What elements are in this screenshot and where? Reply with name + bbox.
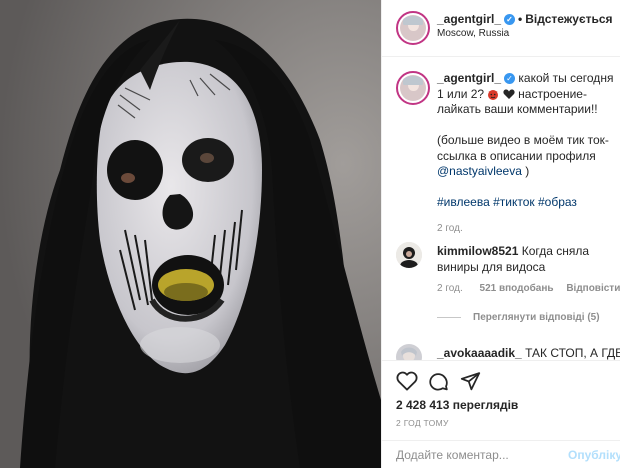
comment-text: ТАК СТОП, А ГДЕ: [525, 346, 620, 360]
comment-input[interactable]: [396, 448, 556, 462]
hashtag-link[interactable]: #ивлеева: [437, 195, 490, 209]
hashtag-link[interactable]: #тикток: [493, 195, 535, 209]
post-location[interactable]: Moscow, Russia: [437, 28, 509, 39]
follow-button[interactable]: Відстежується: [525, 12, 612, 26]
author-username[interactable]: _agentgirl_: [437, 12, 501, 26]
devil-emoji-icon: [488, 89, 499, 100]
avatar-image: [396, 242, 422, 268]
post-side-panel: _agentgirl_ ✓ • Відстежується Moscow, Russi…: [381, 0, 620, 468]
view-count[interactable]: 2 428 413 переглядів: [396, 398, 518, 412]
avatar-image: [400, 75, 426, 101]
caption-time[interactable]: 2 год.: [437, 221, 620, 237]
separator-dot: •: [518, 12, 523, 26]
comment-meta: 2 год. 521 вподобань Відповісти: [437, 283, 620, 294]
reply-divider: [437, 316, 461, 318]
comment-time[interactable]: 2 год.: [437, 283, 463, 294]
caption-text-4: ): [525, 164, 530, 178]
comment-author[interactable]: kimmilow8521: [437, 244, 518, 258]
verified-badge-icon: ✓: [504, 73, 516, 85]
heart-icon[interactable]: [396, 371, 418, 391]
commenter-avatar[interactable]: [396, 344, 422, 360]
comment-item: kimmilow8521 Когда сняла виниры для видо…: [437, 244, 617, 275]
author-avatar[interactable]: [396, 11, 430, 45]
commenter-avatar[interactable]: [396, 242, 422, 268]
view-replies-label: Переглянути відповіді (5): [473, 312, 600, 323]
comment-icon[interactable]: [428, 371, 449, 392]
avatar-image: [400, 15, 426, 41]
post-media[interactable]: [0, 0, 381, 468]
post-date[interactable]: 2 ГОД ТОМУ: [396, 418, 449, 428]
reply-button[interactable]: Відповісти: [566, 283, 620, 294]
hashtag-link[interactable]: #образ: [538, 195, 577, 209]
caption-author[interactable]: _agentgirl_: [437, 71, 501, 85]
avatar-image: [396, 344, 422, 360]
header-author-line: _agentgirl_ ✓ • Відстежується: [437, 12, 613, 26]
comments-list[interactable]: _agentgirl_ ✓ какой ты сегодня 1 или 2? н…: [382, 57, 620, 360]
comment-likes[interactable]: 521 вподобань: [480, 283, 554, 294]
caption-avatar[interactable]: [396, 71, 430, 105]
add-comment-bar: Опублікуват: [382, 440, 620, 468]
verified-badge-icon: ✓: [504, 14, 516, 26]
caption-text-3: (больше видео в моём тик ток- ссылка в о…: [437, 133, 609, 163]
publish-button[interactable]: Опублікуват: [568, 448, 620, 462]
caption: _agentgirl_ ✓ какой ты сегодня 1 или 2? н…: [437, 71, 620, 236]
view-replies-button[interactable]: Переглянути відповіді (5): [437, 312, 600, 323]
comment-item: _avokaaaadik_ ТАК СТОП, А ГДЕ: [437, 346, 620, 360]
black-heart-icon: [503, 88, 515, 99]
caption-mention-link[interactable]: @nastyaivleeva: [437, 164, 522, 178]
comment-author[interactable]: _avokaaaadik_: [437, 346, 522, 360]
share-icon[interactable]: [460, 371, 481, 391]
post-image: [0, 0, 381, 468]
post-header: _agentgirl_ ✓ • Відстежується Moscow, Russi…: [382, 0, 620, 57]
post-actions: 2 428 413 переглядів 2 ГОД ТОМУ: [382, 360, 620, 440]
